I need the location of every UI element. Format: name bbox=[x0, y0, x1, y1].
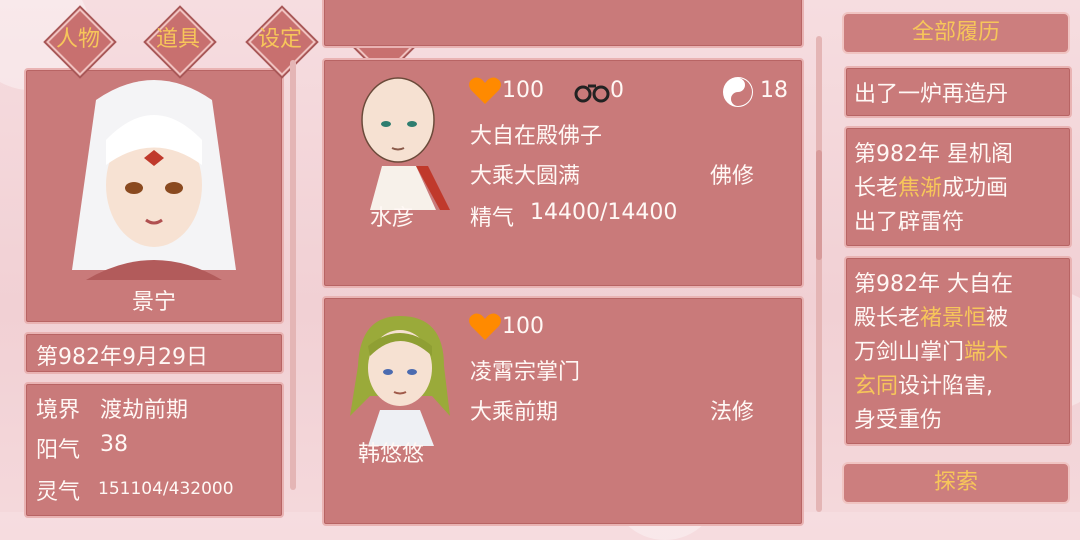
character-card[interactable]: 水彦 100 0 18 大自在殿佛子 大乘大圆满 佛修 精气 14400/144… bbox=[322, 58, 804, 288]
character-rank: 大乘大圆满 bbox=[470, 164, 581, 189]
history-text: 玄同设计陷害, bbox=[854, 368, 993, 400]
spirit-value: 151104/432000 bbox=[98, 479, 234, 499]
history-person-name: 端木 bbox=[964, 340, 1009, 365]
history-text: 被 bbox=[986, 306, 1009, 331]
yinyang-value: 18 bbox=[760, 78, 788, 103]
character-path: 佛修 bbox=[710, 164, 755, 189]
history-text: 长老焦渐成功画 bbox=[854, 170, 1008, 202]
history-text: 出了辟雷符 bbox=[854, 210, 965, 235]
left-scrollbar[interactable] bbox=[290, 60, 296, 490]
all-history-button[interactable]: 全部履历 bbox=[842, 12, 1070, 54]
character-path: 法修 bbox=[710, 400, 755, 425]
tab-label: 设定 bbox=[257, 27, 302, 52]
player-stats-panel: 境界 渡劫前期 阳气 38 灵气 151104/432000 bbox=[24, 382, 284, 518]
character-name: 水彦 bbox=[370, 206, 415, 231]
yang-label: 阳气 bbox=[36, 438, 81, 463]
essence-label: 精气 bbox=[470, 206, 515, 231]
essence-value: 14400/14400 bbox=[530, 200, 678, 225]
history-text: 长老 bbox=[854, 176, 899, 201]
history-text: 设计陷害, bbox=[898, 374, 994, 399]
spirit-label: 灵气 bbox=[36, 480, 81, 505]
character-portrait bbox=[350, 316, 450, 446]
heart-icon bbox=[469, 77, 501, 104]
tab-label: 道具 bbox=[155, 27, 200, 52]
explore-label: 探索 bbox=[933, 470, 978, 495]
history-text: 身受重伤 bbox=[854, 408, 943, 433]
tab-settings[interactable]: 设定 bbox=[248, 8, 316, 76]
heart-icon bbox=[469, 313, 501, 340]
player-name: 景宁 bbox=[131, 290, 176, 315]
player-portrait bbox=[72, 80, 236, 280]
history-text: 万剑山掌门 bbox=[854, 340, 965, 365]
history-text: 殿长老 bbox=[854, 306, 921, 331]
character-portrait bbox=[361, 77, 450, 210]
history-person-name: 焦渐 bbox=[898, 176, 943, 201]
date-panel: 第982年9月29日 bbox=[24, 332, 284, 374]
top-stub-panel bbox=[322, 0, 804, 48]
character-title: 凌霄宗掌门 bbox=[470, 360, 581, 385]
character-card[interactable]: 韩悠悠 100 凌霄宗掌门 大乘前期 法修 bbox=[322, 296, 804, 526]
history-text: 成功画 bbox=[942, 176, 1009, 201]
history-text: 万剑山掌门端木 bbox=[854, 334, 1008, 366]
realm-value: 渡劫前期 bbox=[100, 398, 189, 423]
character-name: 韩悠悠 bbox=[358, 442, 425, 467]
history-person-name: 褚景恒 bbox=[920, 306, 987, 331]
history-entry: 第982年 星机阁 长老焦渐成功画 出了辟雷符 bbox=[844, 126, 1072, 248]
yinyang-icon bbox=[723, 77, 753, 107]
history-text: 第982年 星机阁 bbox=[854, 142, 1013, 167]
favor-value: 100 bbox=[502, 78, 544, 103]
history-person-name: 玄同 bbox=[854, 374, 899, 399]
favor-value: 100 bbox=[502, 314, 544, 339]
history-entry: 出了一炉再造丹 bbox=[844, 66, 1072, 118]
center-scrollbar[interactable] bbox=[816, 36, 822, 512]
tab-items[interactable]: 道具 bbox=[146, 8, 214, 76]
yang-value: 38 bbox=[100, 432, 128, 457]
game-date: 第982年9月29日 bbox=[36, 345, 208, 370]
tab-character[interactable]: 人物 bbox=[46, 8, 114, 76]
player-portrait-panel: 景宁 bbox=[24, 68, 284, 324]
all-history-label: 全部履历 bbox=[911, 20, 1000, 45]
character-rank: 大乘前期 bbox=[470, 400, 559, 425]
tab-label: 人物 bbox=[55, 27, 100, 52]
explore-button[interactable]: 探索 bbox=[842, 462, 1070, 504]
history-text: 出了一炉再造丹 bbox=[854, 82, 1009, 107]
history-text: 殿长老褚景恒被 bbox=[854, 300, 1008, 332]
realm-label: 境界 bbox=[36, 398, 81, 423]
bond-value: 0 bbox=[610, 78, 624, 103]
history-text: 第982年 大自在 bbox=[854, 272, 1013, 297]
history-entry: 第982年 大自在 殿长老褚景恒被 万剑山掌门端木 玄同设计陷害, 身受重伤 bbox=[844, 256, 1072, 446]
center-scrollbar-thumb[interactable] bbox=[816, 150, 822, 260]
character-title: 大自在殿佛子 bbox=[470, 124, 603, 149]
handcuffs-icon bbox=[574, 84, 610, 103]
